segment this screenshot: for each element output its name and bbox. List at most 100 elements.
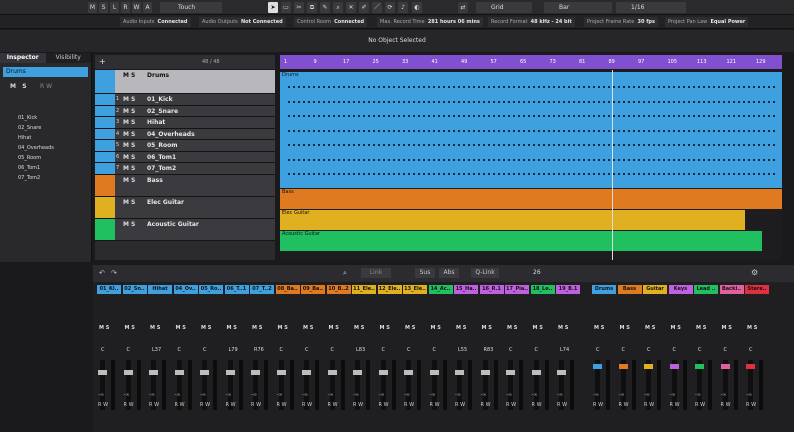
pan-value[interactable]: C — [749, 347, 753, 353]
channel-name[interactable]: Lead .. — [694, 285, 718, 294]
track-name[interactable]: Drums — [147, 72, 169, 79]
fader-cap[interactable] — [123, 370, 133, 375]
fader-cap[interactable] — [404, 370, 413, 375]
track-mute-solo[interactable]: M S — [123, 96, 135, 103]
channel-mute-solo[interactable]: M S — [747, 325, 757, 331]
fader-cap[interactable] — [327, 370, 337, 375]
fader-cap[interactable] — [669, 364, 679, 369]
track-mute-solo[interactable]: M S — [123, 199, 135, 206]
fader-cap[interactable] — [174, 370, 184, 375]
channel-name[interactable]: 14_Ac.. — [428, 285, 453, 294]
bass-clip[interactable]: Bass — [280, 189, 782, 209]
abs-button[interactable]: Abs — [439, 268, 459, 278]
channel-mute-solo[interactable]: M S — [671, 325, 681, 331]
fader-cap[interactable] — [98, 370, 107, 375]
pan-value[interactable]: C — [382, 347, 386, 353]
track-mute-solo[interactable]: M S — [123, 221, 135, 228]
tab-inspector[interactable]: Inspector — [0, 53, 46, 63]
read-write-buttons[interactable]: R W — [404, 402, 414, 408]
track-header[interactable]: 4M S 04_Overheads — [95, 128, 275, 140]
read-write-buttons[interactable]: R W — [619, 402, 629, 408]
fader-cap[interactable] — [251, 370, 260, 375]
search-icon[interactable]: ⌕ — [343, 269, 347, 278]
solo-all-button[interactable]: S — [99, 2, 108, 13]
ruler[interactable]: 1 9 17 25 33 41 49 57 65 73 81 89 97 105 113 121 129 — [280, 55, 782, 69]
fader-cap[interactable] — [480, 370, 490, 375]
track-header[interactable]: M S Bass — [95, 174, 275, 197]
channel-mute-solo[interactable]: M S — [456, 325, 466, 331]
pan-value[interactable]: C — [647, 347, 651, 353]
mute-all-button[interactable]: M — [88, 2, 97, 13]
read-write-buttons[interactable]: R W — [200, 402, 210, 408]
track-header[interactable]: M S Acoustic Guitar — [95, 218, 275, 241]
channel-mute-solo[interactable]: M S — [176, 325, 186, 331]
inspector-folder-item[interactable]: 02_Snare — [18, 123, 54, 133]
sus-button[interactable]: Sus — [415, 268, 435, 278]
pan-value[interactable]: C — [203, 347, 207, 353]
snap-type-select[interactable]: Grid — [476, 2, 532, 13]
channel-mute-solo[interactable]: M S — [533, 325, 543, 331]
settings-gear-icon[interactable]: ⚙ — [751, 268, 758, 277]
track-name[interactable]: 04_Overheads — [147, 131, 195, 138]
track-mute-solo[interactable]: M S — [123, 72, 135, 79]
time-warp-icon[interactable]: ⟳ — [385, 2, 395, 13]
fader-cap[interactable] — [149, 370, 158, 375]
pan-value[interactable]: C — [280, 347, 284, 353]
read-write-buttons[interactable]: R W — [593, 402, 603, 408]
inspector-folder-item[interactable]: 06_Tom1 — [18, 163, 54, 173]
fader-cap[interactable] — [593, 364, 602, 369]
channel-name[interactable]: 04_Ov.. — [173, 285, 198, 294]
glue-tool-icon[interactable]: ⧉ — [307, 2, 317, 13]
read-write-buttons[interactable]: R W — [251, 402, 261, 408]
channel-mute-solo[interactable]: M S — [645, 325, 655, 331]
line-tool-icon[interactable]: ／ — [372, 2, 382, 13]
channel-mute-solo[interactable]: M S — [227, 325, 237, 331]
fader-cap[interactable] — [429, 370, 439, 375]
pan-value[interactable]: C — [509, 347, 513, 353]
channel-name[interactable]: 07_T..2 — [250, 285, 274, 294]
undo-icon[interactable]: ↶ — [99, 269, 105, 277]
channel-name[interactable]: 10_B..2 — [326, 285, 351, 294]
range-tool-icon[interactable]: ▭ — [281, 2, 291, 13]
channel-name[interactable]: 09_Ba.. — [301, 285, 325, 294]
read-write-buttons[interactable]: R W — [430, 402, 440, 408]
channel-name[interactable]: 16_R.1 — [479, 285, 504, 294]
fader-cap[interactable] — [644, 364, 653, 369]
channel-mute-solo[interactable]: M S — [252, 325, 262, 331]
track-header[interactable]: 2M S 02_Snare — [95, 105, 275, 117]
read-write-buttons[interactable]: R W — [175, 402, 185, 408]
read-write-buttons[interactable]: R W — [277, 402, 287, 408]
channel-name[interactable]: 02_Sn.. — [122, 285, 147, 294]
channel-name[interactable]: 05_Ro.. — [199, 285, 223, 294]
fader-cap[interactable] — [557, 370, 566, 375]
redo-icon[interactable]: ↷ — [111, 269, 117, 277]
channel-mute-solo[interactable]: M S — [405, 325, 415, 331]
qlink-button[interactable]: Q-Link — [471, 268, 499, 278]
read-write-buttons[interactable]: R W — [124, 402, 134, 408]
fader-cap[interactable] — [455, 370, 464, 375]
read-write-buttons[interactable]: R W — [98, 402, 108, 408]
inspector-folder-item[interactable]: 04_Overheads — [18, 143, 54, 153]
track-name[interactable]: Bass — [147, 177, 163, 184]
track-name[interactable]: Elec Guitar — [147, 199, 184, 206]
pan-value[interactable]: L74 — [560, 347, 569, 353]
read-write-buttons[interactable]: R W — [532, 402, 542, 408]
mute-tool-icon[interactable]: ✕ — [346, 2, 356, 13]
pan-value[interactable]: C — [407, 347, 411, 353]
channel-mute-solo[interactable]: M S — [125, 325, 135, 331]
track-header[interactable]: 3M S Hihat — [95, 117, 275, 129]
channel-name[interactable]: 19_B.1 — [556, 285, 580, 294]
track-name[interactable]: 05_Room — [147, 142, 177, 149]
fader-cap[interactable] — [225, 370, 235, 375]
erase-tool-icon[interactable]: ✎ — [320, 2, 330, 13]
play-tool-icon[interactable]: ♪ — [398, 2, 408, 13]
read-write-buttons[interactable]: R W — [455, 402, 465, 408]
channel-name[interactable]: Drums — [592, 285, 616, 294]
read-write-buttons[interactable]: R W — [695, 402, 705, 408]
channel-mute-solo[interactable]: M S — [431, 325, 441, 331]
pan-value[interactable]: C — [178, 347, 182, 353]
track-header[interactable]: M S Elec Guitar — [95, 196, 275, 219]
automation-button[interactable]: A — [143, 2, 152, 13]
channel-name[interactable]: 13_Ele.. — [403, 285, 427, 294]
channel-name[interactable]: Stere.. — [745, 285, 769, 294]
